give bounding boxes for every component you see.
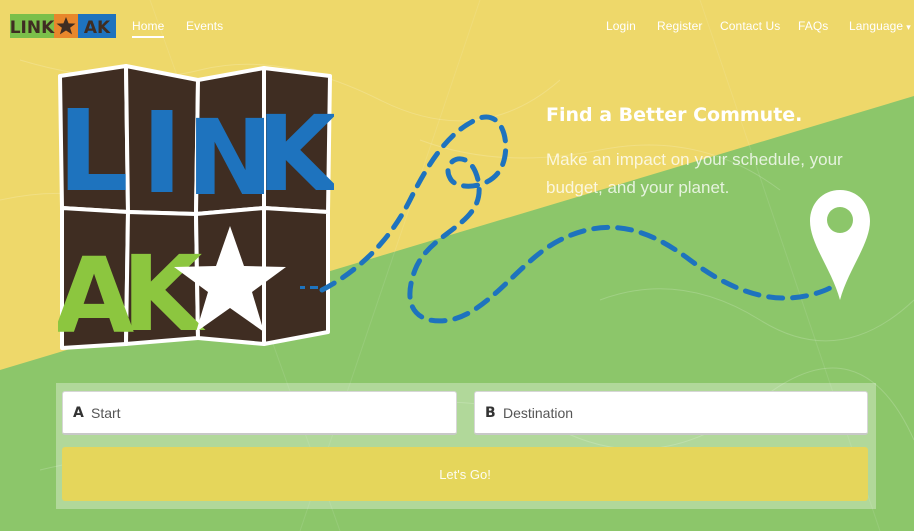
- hero-tagline: Find a Better Commute.: [546, 104, 803, 126]
- hero-logo-letter-k: K: [257, 93, 334, 215]
- brand-logo-text-left: LINK: [10, 18, 55, 38]
- top-navbar: LINK AK Home Events Login Register Conta…: [0, 10, 914, 46]
- hero-logo-letter-i: I: [141, 89, 183, 219]
- map-pin-icon: [808, 188, 872, 302]
- nav-events[interactable]: Events: [186, 19, 223, 33]
- destination-input[interactable]: [501, 392, 861, 434]
- nav-language[interactable]: Language ▾: [849, 19, 911, 33]
- hero-logo-letter-k2: K: [122, 233, 206, 350]
- hero-logo-letter-l: L: [58, 87, 129, 217]
- brand-logo-text-right: AK: [84, 18, 111, 38]
- nav-faqs[interactable]: FAQs: [798, 19, 828, 33]
- nav-language-label: Language: [849, 19, 904, 33]
- start-letter: A: [73, 405, 84, 421]
- hero-logo: L I N K A K: [58, 62, 334, 350]
- trip-search-panel: A B Let's Go!: [56, 383, 876, 509]
- caret-down-icon: ▾: [906, 22, 911, 32]
- nav-login[interactable]: Login: [606, 19, 636, 33]
- nav-home[interactable]: Home: [132, 19, 165, 38]
- destination-field[interactable]: B: [474, 391, 868, 435]
- start-input[interactable]: [89, 392, 450, 434]
- nav-contact-us[interactable]: Contact Us: [720, 19, 780, 33]
- nav-register[interactable]: Register: [657, 19, 702, 33]
- destination-letter: B: [485, 405, 496, 421]
- brand-logo[interactable]: LINK AK: [10, 14, 116, 38]
- start-field[interactable]: A: [62, 391, 457, 435]
- lets-go-button[interactable]: Let's Go!: [62, 447, 868, 501]
